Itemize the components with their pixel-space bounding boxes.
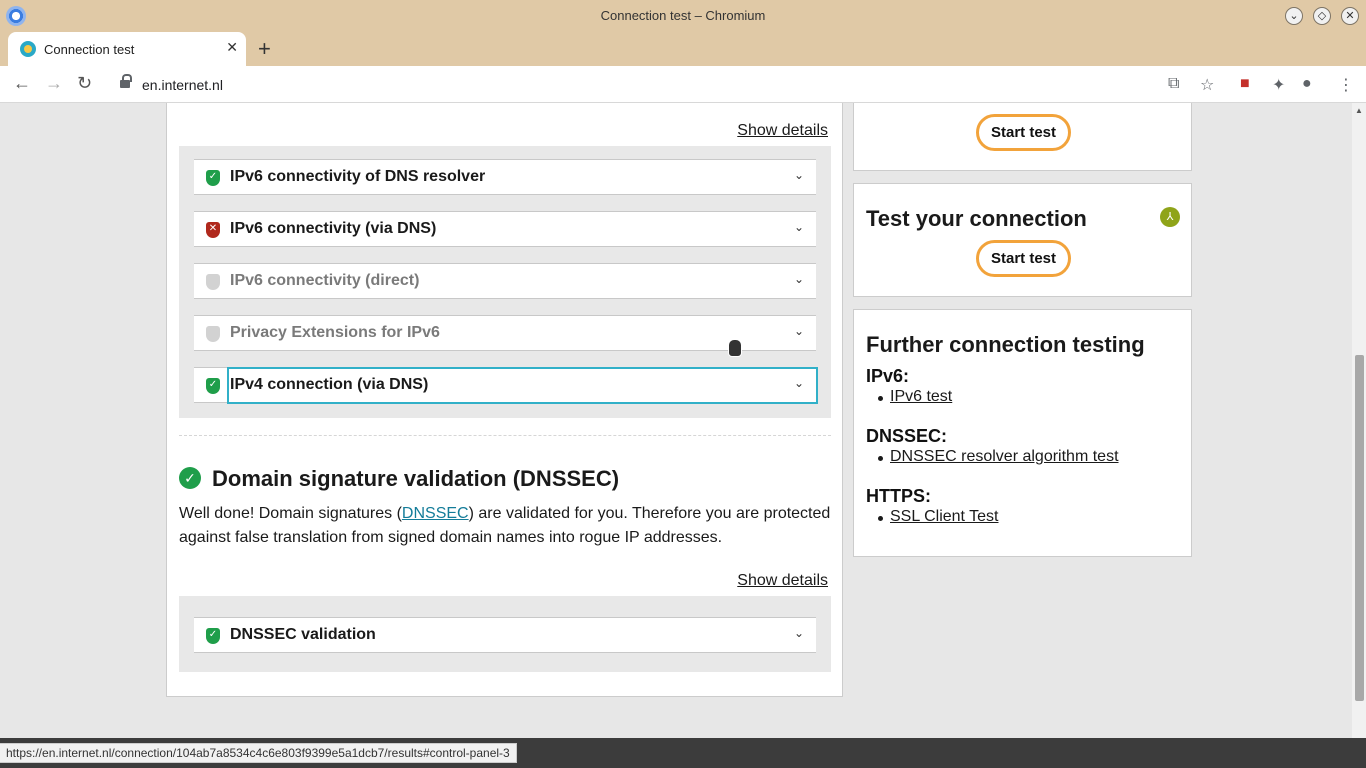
test-title: Privacy Extensions for IPv6 <box>230 324 440 341</box>
bookmark-star-icon[interactable]: ☆ <box>1200 75 1214 95</box>
ssl-client-test-link[interactable]: SSL Client Test <box>890 508 999 526</box>
tab-title: Connection test <box>44 42 135 57</box>
scroll-up-arrow-icon[interactable]: ▲ <box>1355 106 1363 115</box>
page-viewport: Show details ✓ IPv6 connectivity of DNS … <box>0 103 1352 738</box>
passed-shield-icon: ✓ <box>206 170 220 186</box>
translate-icon[interactable]: ⧉ <box>1168 75 1179 93</box>
extensions-puzzle-icon[interactable]: ✦ <box>1272 75 1285 95</box>
dnssec-link[interactable]: DNSSEC <box>402 505 469 522</box>
test-panel-ipv6-direct[interactable]: IPv6 connectivity (direct) ⌄ <box>194 263 816 299</box>
group-label-ipv6: IPv6: <box>866 366 910 386</box>
chevron-down-icon: ⌄ <box>793 324 804 338</box>
internet-nl-favicon-icon <box>20 41 36 57</box>
dnssec-heading: Domain signature validation (DNSSEC) <box>212 466 620 491</box>
new-tab-button[interactable]: + <box>258 36 271 62</box>
test-panel-privacy-extensions[interactable]: Privacy Extensions for IPv6 ⌄ <box>194 315 816 351</box>
chevron-down-icon: ⌄ <box>793 272 804 286</box>
page-scrollbar[interactable]: ▲ <box>1352 103 1366 738</box>
connection-card-title: Test your connection <box>866 206 1087 231</box>
failed-shield-icon: ✕ <box>206 222 220 238</box>
forward-icon[interactable]: → <box>45 73 63 94</box>
chevron-down-icon: ⌄ <box>793 376 804 390</box>
address-bar[interactable]: en.internet.nl <box>108 70 1226 99</box>
reload-icon[interactable]: ↻ <box>77 73 92 94</box>
test-panel-dnssec-validation[interactable]: ✓ DNSSEC validation ⌄ <box>194 617 816 653</box>
maximize-button[interactable]: ◇ <box>1313 7 1331 25</box>
test-title: IPv4 connection (via DNS) <box>230 376 429 393</box>
dnssec-show-details-link[interactable]: Show details <box>737 572 828 590</box>
status-area: https://en.internet.nl/connection/104ab7… <box>0 738 1366 768</box>
start-connection-test-button[interactable]: Start test <box>976 240 1071 277</box>
dnssec-test-panels: ✓ DNSSEC validation ⌄ <box>179 596 831 672</box>
test-panel-ipv6-via-dns[interactable]: ✕ IPv6 connectivity (via DNS) ⌄ <box>194 211 816 247</box>
list-bullet <box>878 516 883 521</box>
test-title: DNSSEC validation <box>230 626 376 643</box>
lock-icon[interactable] <box>120 74 132 89</box>
test-panel-ipv4-via-dns[interactable]: ✓ IPv4 connection (via DNS) ⌄ <box>194 367 818 404</box>
profile-avatar-icon[interactable]: ● <box>1302 75 1312 93</box>
back-icon[interactable]: ← <box>13 73 31 94</box>
test-title: IPv6 connectivity (via DNS) <box>230 220 437 237</box>
test-panel-ipv6-dns-resolver[interactable]: ✓ IPv6 connectivity of DNS resolver ⌄ <box>194 159 816 195</box>
section-divider <box>179 435 831 436</box>
dnssec-resolver-test-link[interactable]: DNSSEC resolver algorithm test <box>890 448 1119 466</box>
tab-strip: Connection test ✕ + <box>0 32 1366 66</box>
chevron-down-icon: ⌄ <box>793 220 804 234</box>
ipv6-test-panels: ✓ IPv6 connectivity of DNS resolver ⌄ ✕ … <box>179 146 831 418</box>
window-titlebar: Connection test – Chromium ⌄ ◇ ✕ <box>0 0 1366 32</box>
tab-close-icon[interactable]: ✕ <box>226 39 238 56</box>
tab-connection-test[interactable]: Connection test ✕ <box>8 32 246 66</box>
not-tested-shield-icon <box>206 274 220 290</box>
group-label-https: HTTPS: <box>866 486 931 506</box>
test-title: IPv6 connectivity of DNS resolver <box>230 168 486 185</box>
list-bullet <box>878 456 883 461</box>
extension-icon[interactable]: ■ <box>1240 75 1250 93</box>
passed-shield-icon: ✓ <box>206 378 220 394</box>
group-label-dnssec: DNSSEC: <box>866 426 948 446</box>
further-testing-title: Further connection testing <box>866 332 1145 357</box>
not-tested-shield-icon <box>206 326 220 342</box>
start-test-button[interactable]: Start test <box>976 114 1071 151</box>
connection-test-icon: ⅄ <box>1160 207 1180 227</box>
dnssec-passed-check-icon: ✓ <box>179 467 201 489</box>
test-title: IPv6 connectivity (direct) <box>230 272 420 289</box>
menu-kebab-icon[interactable]: ⋮ <box>1338 75 1354 95</box>
dnssec-text-before: Well done! Domain signatures ( <box>179 505 402 522</box>
scrollbar-thumb[interactable] <box>1355 355 1364 701</box>
chevron-down-icon: ⌄ <box>793 168 804 182</box>
further-testing-card: Further connection testing IPv6: IPv6 te… <box>853 309 1192 557</box>
hand-cursor-icon <box>728 339 742 357</box>
sidebar-top-card: Start test <box>853 103 1192 171</box>
link-preview-url: https://en.internet.nl/connection/104ab7… <box>0 743 517 763</box>
results-card: Show details ✓ IPv6 connectivity of DNS … <box>166 103 843 697</box>
test-your-connection-card: Test your connection ⅄ Start test <box>853 183 1192 297</box>
list-bullet <box>878 396 883 401</box>
dnssec-description: Well done! Domain signatures (DNSSEC) ar… <box>179 502 831 550</box>
browser-toolbar: ← → ↻ en.internet.nl ⧉ ☆ ■ ✦ ● ⋮ <box>0 66 1366 103</box>
window-title: Connection test – Chromium <box>600 8 766 23</box>
chevron-down-icon: ⌄ <box>793 626 804 640</box>
minimize-button[interactable]: ⌄ <box>1285 7 1303 25</box>
close-window-button[interactable]: ✕ <box>1341 7 1359 25</box>
ipv6-show-details-link[interactable]: Show details <box>737 122 828 140</box>
passed-shield-icon: ✓ <box>206 628 220 644</box>
url-text[interactable]: en.internet.nl <box>142 77 223 93</box>
ipv6-test-link[interactable]: IPv6 test <box>890 388 952 406</box>
